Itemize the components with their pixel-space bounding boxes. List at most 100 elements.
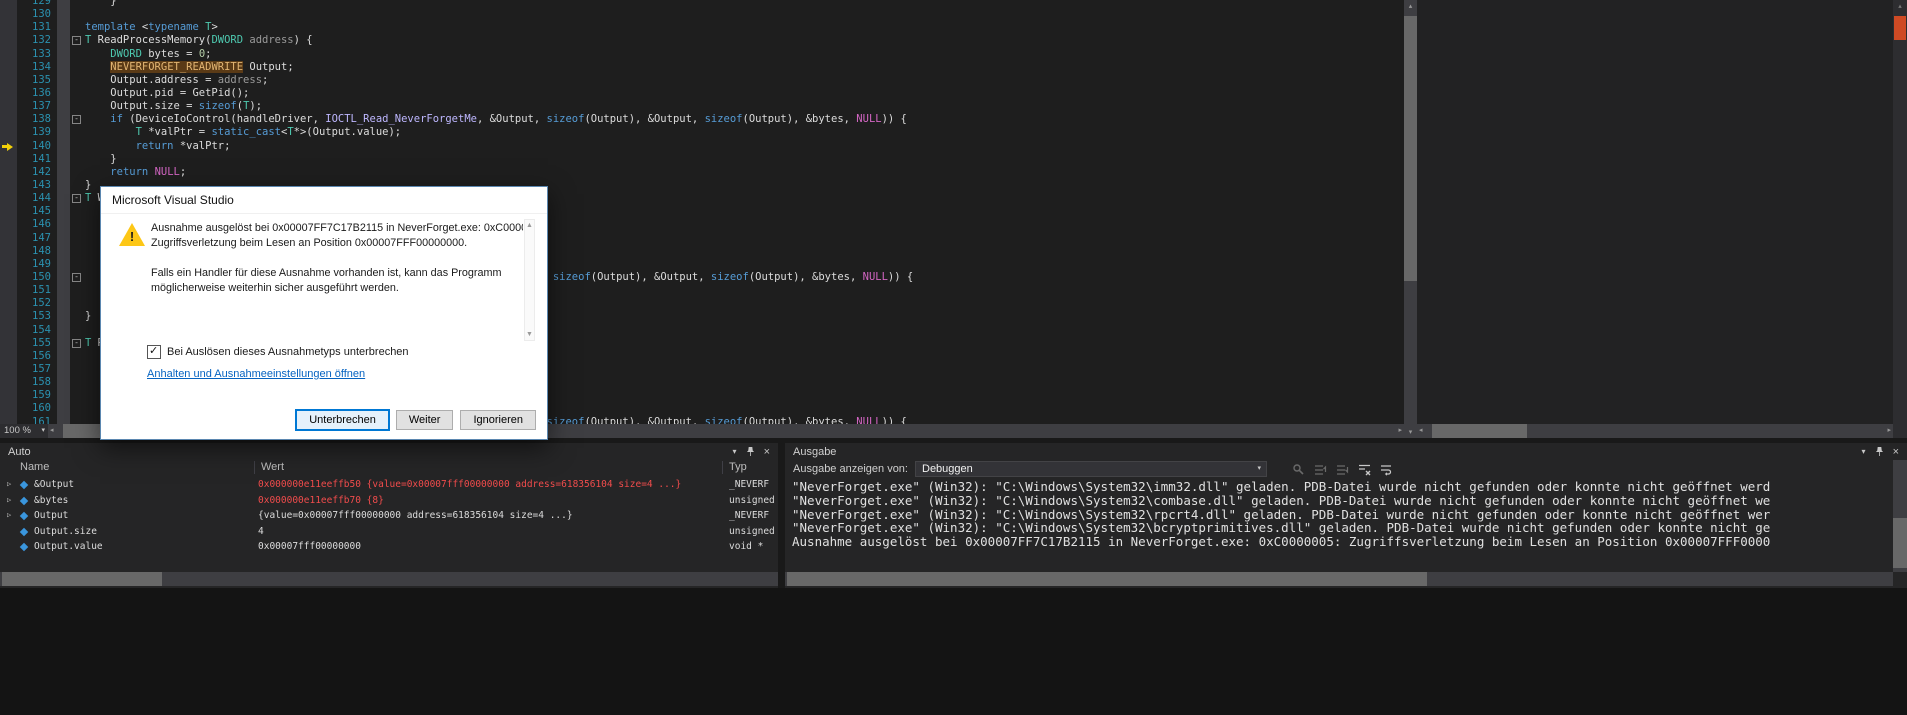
glyph-margin[interactable]: [0, 297, 17, 311]
variable-value[interactable]: 0x000000e11eeffb70 {8}: [258, 493, 722, 509]
ignore-button[interactable]: Ignorieren: [460, 410, 536, 430]
code-text[interactable]: Output.pid = GetPid();: [85, 87, 1404, 100]
glyph-margin[interactable]: [0, 389, 17, 403]
glyph-margin[interactable]: [0, 349, 17, 363]
output-window-titlebar[interactable]: Ausgabe ▾ ×: [785, 443, 1907, 460]
watch-row[interactable]: ▷ &Output 0x000000e11eeffb50 {value=0x0000…: [0, 477, 778, 493]
glyph-margin[interactable]: [0, 21, 17, 35]
glyph-margin[interactable]: [0, 284, 17, 298]
open-exception-settings-link[interactable]: Anhalten und Ausnahmeeinstellungen öffne…: [147, 368, 365, 380]
right-pane-vertical-scrollbar[interactable]: ▴: [1893, 0, 1907, 438]
scroll-up-icon[interactable]: ▴: [1404, 2, 1417, 10]
glyph-margin[interactable]: [0, 139, 17, 153]
glyph-margin[interactable]: [0, 244, 17, 258]
code-text[interactable]: }: [85, 0, 1404, 8]
column-header-type[interactable]: Typ: [729, 461, 747, 473]
code-text[interactable]: Output.size = sizeof(T);: [85, 100, 1404, 113]
output-vertical-scrollbar[interactable]: [1893, 460, 1907, 572]
column-header-value[interactable]: Wert: [261, 461, 284, 473]
glyph-margin[interactable]: [0, 113, 17, 127]
scroll-right-icon[interactable]: ▸: [1887, 424, 1891, 438]
glyph-margin[interactable]: [0, 73, 17, 87]
glyph-margin[interactable]: [0, 60, 17, 74]
close-icon[interactable]: ×: [1893, 446, 1899, 457]
glyph-margin[interactable]: [0, 218, 17, 232]
glyph-margin[interactable]: [0, 0, 17, 9]
glyph-margin[interactable]: [0, 415, 17, 424]
auto-horizontal-scrollbar[interactable]: [0, 572, 778, 586]
code-text[interactable]: T *valPtr = static_cast<T*>(Output.value…: [85, 126, 1404, 139]
code-text[interactable]: T ReadProcessMemory(DWORD address) {: [85, 34, 1404, 47]
variable-value[interactable]: {value=0x00007fff00000000 address=618356…: [258, 508, 722, 524]
auto-window-titlebar[interactable]: Auto ▾ ×: [0, 443, 778, 460]
expand-icon[interactable]: ▷: [7, 477, 11, 493]
glyph-margin[interactable]: [0, 231, 17, 245]
code-text[interactable]: return *valPtr;: [85, 140, 1404, 153]
glyph-margin[interactable]: [0, 336, 17, 350]
fold-toggle-icon[interactable]: -: [72, 36, 81, 46]
next-message-icon[interactable]: [1334, 461, 1350, 477]
right-pane-horizontal-scrollbar[interactable]: ◂ ▸: [1417, 424, 1893, 438]
variable-value[interactable]: 0x00007fff00000000: [258, 539, 722, 555]
break-on-exception-checkbox[interactable]: ✓ Bei Auslösen dieses Ausnahmetyps unter…: [147, 345, 409, 359]
scroll-up-icon[interactable]: ▲: [525, 222, 534, 229]
glyph-margin[interactable]: [0, 310, 17, 324]
pin-icon[interactable]: [746, 446, 755, 457]
glyph-margin[interactable]: [0, 152, 17, 166]
glyph-margin[interactable]: [0, 47, 17, 61]
code-text[interactable]: Output.address = address;: [85, 74, 1404, 87]
glyph-margin[interactable]: [0, 257, 17, 271]
previous-message-icon[interactable]: [1312, 461, 1328, 477]
output-log[interactable]: "NeverForget.exe" (Win32): "C:\Windows\S…: [792, 480, 1891, 570]
glyph-margin[interactable]: [0, 165, 17, 179]
scroll-down-icon[interactable]: ▾: [1404, 428, 1417, 436]
glyph-margin[interactable]: [0, 126, 17, 140]
expand-icon[interactable]: ▷: [7, 508, 11, 524]
fold-toggle-icon[interactable]: -: [72, 272, 81, 282]
watch-row[interactable]: ▷ &bytes 0x000000e11eeffb70 {8} unsigned: [0, 493, 778, 509]
glyph-margin[interactable]: [0, 376, 17, 390]
window-position-icon[interactable]: ▾: [1862, 447, 1866, 456]
glyph-margin[interactable]: [0, 8, 17, 22]
editor-vertical-scrollbar[interactable]: ▴ ▾: [1404, 0, 1417, 438]
glyph-margin[interactable]: [0, 86, 17, 101]
auto-hscroll-thumb[interactable]: [2, 572, 162, 586]
fold-toggle-icon[interactable]: -: [72, 115, 81, 125]
code-text[interactable]: }: [85, 153, 1404, 166]
glyph-margin[interactable]: [0, 402, 17, 416]
output-hscroll-thumb[interactable]: [787, 572, 1427, 586]
variable-value[interactable]: 0x000000e11eeffb50 {value=0x00007fff0000…: [258, 477, 722, 493]
glyph-margin[interactable]: [0, 270, 17, 285]
checkbox-icon[interactable]: ✓: [147, 345, 161, 359]
close-icon[interactable]: ×: [764, 446, 770, 457]
column-header-name[interactable]: Name: [20, 461, 49, 473]
scroll-right-icon[interactable]: ▸: [1398, 424, 1402, 438]
code-text[interactable]: return NULL;: [85, 166, 1404, 179]
code-text[interactable]: if (DeviceIoControl(handleDriver, IOCTL_…: [85, 113, 1404, 126]
code-text[interactable]: NEVERFORGET_READWRITE Output;: [85, 60, 1404, 74]
watch-row[interactable]: ▷ Output {value=0x00007fff00000000 address…: [0, 508, 778, 524]
scroll-left-icon[interactable]: ◂: [1419, 424, 1423, 438]
find-message-icon[interactable]: [1290, 461, 1306, 477]
output-vscroll-thumb[interactable]: [1893, 518, 1907, 568]
watch-row[interactable]: Output.value 0x00007fff00000000 void *: [0, 539, 778, 555]
glyph-margin[interactable]: [0, 323, 17, 337]
editor-vscroll-thumb[interactable]: [1404, 16, 1417, 281]
right-hscroll-thumb[interactable]: [1432, 424, 1527, 438]
glyph-margin[interactable]: [0, 178, 17, 193]
variable-value[interactable]: 4: [258, 524, 722, 540]
watch-row[interactable]: Output.size 4 unsigned: [0, 524, 778, 540]
code-text[interactable]: [85, 8, 1404, 21]
glyph-margin[interactable]: [0, 100, 17, 114]
column-divider[interactable]: [722, 461, 723, 474]
fold-toggle-icon[interactable]: -: [72, 194, 81, 204]
window-position-icon[interactable]: ▾: [733, 447, 737, 456]
scroll-down-icon[interactable]: ▼: [525, 331, 534, 338]
glyph-margin[interactable]: [0, 205, 17, 219]
break-button[interactable]: Unterbrechen: [296, 410, 389, 430]
output-horizontal-scrollbar[interactable]: [785, 572, 1893, 586]
output-source-dropdown[interactable]: Debuggen ▾: [915, 461, 1267, 477]
clear-all-icon[interactable]: [1356, 461, 1372, 477]
fold-toggle-icon[interactable]: -: [72, 338, 81, 348]
column-divider[interactable]: [254, 461, 255, 474]
